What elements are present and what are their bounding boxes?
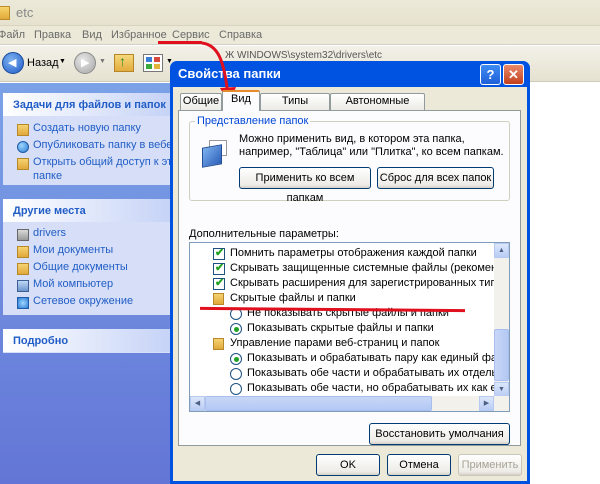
back-arrow-icon[interactable] [2, 52, 24, 74]
scroll-right-icon[interactable]: ▶ [479, 396, 494, 411]
folder-up-icon[interactable] [114, 53, 134, 72]
scroll-left-icon[interactable]: ◀ [190, 396, 205, 411]
list-item[interactable]: Показывать обе части и обрабатывать их о… [190, 367, 509, 382]
folder-views-icon [202, 138, 228, 168]
dialog-body: Общие Вид Типы файлов Автономные файлы П… [173, 87, 527, 481]
folder-options-dialog: Свойства папки ? ✕ Общие Вид Типы файлов… [170, 61, 530, 484]
advanced-settings-list[interactable]: Помнить параметры отображения каждой пап… [189, 242, 510, 412]
list-item[interactable]: Показывать и обрабатывать пару как едины… [190, 352, 509, 367]
view-tab-panel: Представление папок Можно применить вид,… [178, 110, 521, 446]
radio-pair-separate[interactable] [230, 368, 242, 380]
task-pane: Задачи для файлов и папок Создать новую … [0, 83, 170, 484]
new-folder-icon [17, 124, 29, 136]
tab-file-types[interactable]: Типы файлов [260, 93, 330, 122]
place-my-computer[interactable]: Мой компьютер [3, 278, 170, 295]
checkbox-hide-protected[interactable] [213, 261, 225, 275]
menu-bar: Файл Правка Вид Избранное Сервис Справка [0, 26, 600, 45]
scroll-up-icon[interactable]: ▲ [494, 243, 509, 258]
checkbox-hide-extensions[interactable] [213, 276, 225, 290]
reset-all-folders-button[interactable]: Сброс для всех папок [377, 167, 494, 189]
ok-button[interactable]: OK [316, 454, 380, 476]
share-icon [17, 158, 29, 170]
place-my-documents[interactable]: Мои документы [3, 244, 170, 261]
advanced-settings-label: Дополнительные параметры: [189, 228, 339, 240]
folder-icon [0, 6, 10, 20]
tab-view[interactable]: Вид [222, 90, 260, 111]
radio-show-hidden[interactable] [230, 323, 242, 335]
folder-icon [17, 263, 29, 275]
address-fragment: Ж WINDOWS\system32\drivers\etc [225, 50, 383, 60]
back-button-label[interactable]: Назад [27, 57, 59, 69]
horizontal-scroll-thumb[interactable] [205, 396, 432, 411]
restore-defaults-button[interactable]: Восстановить умолчания [369, 423, 510, 445]
list-item[interactable]: Скрывать расширения для зарегистрированн… [190, 276, 509, 292]
menu-favorites[interactable]: Избранное [111, 29, 167, 41]
globe-icon [17, 141, 29, 153]
vertical-scroll-thumb[interactable] [494, 329, 509, 381]
other-places-title[interactable]: Другие места [3, 199, 170, 222]
place-shared-documents[interactable]: Общие документы [3, 261, 170, 278]
folder-views-group: Представление папок Можно применить вид,… [189, 115, 510, 204]
details-panel: Подробно [3, 329, 170, 353]
folder-icon [213, 293, 224, 305]
menu-view[interactable]: Вид [82, 29, 102, 41]
documents-icon [17, 246, 29, 258]
views-icon[interactable] [143, 54, 163, 72]
place-drivers[interactable]: drivers [3, 227, 170, 244]
tab-offline-files[interactable]: Автономные файлы [330, 93, 425, 122]
folder-views-title: Представление папок [195, 115, 311, 127]
list-item[interactable]: Показывать скрытые файлы и папки [190, 322, 494, 337]
cancel-button[interactable]: Отмена [387, 454, 451, 476]
list-item[interactable]: Скрывать защищенные системные файлы (рек… [190, 261, 509, 277]
checkbox-remember-view[interactable] [213, 246, 225, 260]
tasks-panel: Задачи для файлов и папок Создать новую … [3, 93, 170, 185]
list-item[interactable]: Помнить параметры отображения каждой пап… [190, 246, 494, 262]
forward-arrow-icon[interactable] [74, 52, 96, 74]
forward-dropdown-icon[interactable]: ▼ [99, 58, 106, 65]
tasks-panel-title[interactable]: Задачи для файлов и папок [3, 93, 170, 116]
network-icon [17, 297, 29, 309]
other-places-panel: Другие места drivers Мои документы Общие… [3, 199, 170, 315]
place-network[interactable]: Сетевое окружение [3, 295, 170, 312]
window-title: etc [16, 5, 34, 20]
task-publish-web[interactable]: Опубликовать папку в вебе [3, 139, 170, 156]
radio-pair-single[interactable] [230, 353, 242, 365]
help-icon[interactable]: ? [480, 64, 501, 85]
explorer-title-bar: etc [0, 0, 600, 26]
horizontal-scrollbar[interactable]: ◀ ▶ [190, 396, 509, 411]
folder-views-description: Можно применить вид, в котором эта папка… [239, 133, 504, 158]
menu-file[interactable]: Файл [0, 29, 25, 41]
folder-icon [213, 338, 224, 350]
vertical-scrollbar[interactable]: ▲ ▼ [494, 243, 509, 397]
back-dropdown-icon[interactable]: ▼ [59, 58, 66, 65]
details-panel-title[interactable]: Подробно [3, 329, 170, 352]
list-item[interactable]: Показывать обе части, но обрабатывать их… [190, 382, 509, 397]
apply-to-all-folders-button[interactable]: Применить ко всем папкам [239, 167, 371, 204]
task-new-folder[interactable]: Создать новую папку [3, 122, 170, 139]
apply-button[interactable]: Применить [458, 454, 522, 476]
menu-edit[interactable]: Правка [34, 29, 71, 41]
list-item: Управление парами веб-страниц и папок [190, 337, 494, 352]
folder-icon [17, 229, 29, 241]
scroll-down-icon[interactable]: ▼ [494, 382, 509, 397]
task-share-folder-cont[interactable]: папке [3, 170, 170, 187]
close-icon[interactable]: ✕ [503, 64, 524, 85]
list-item: Скрытые файлы и папки [190, 292, 494, 307]
computer-icon [17, 280, 29, 292]
radio-pair-both-single[interactable] [230, 383, 242, 395]
